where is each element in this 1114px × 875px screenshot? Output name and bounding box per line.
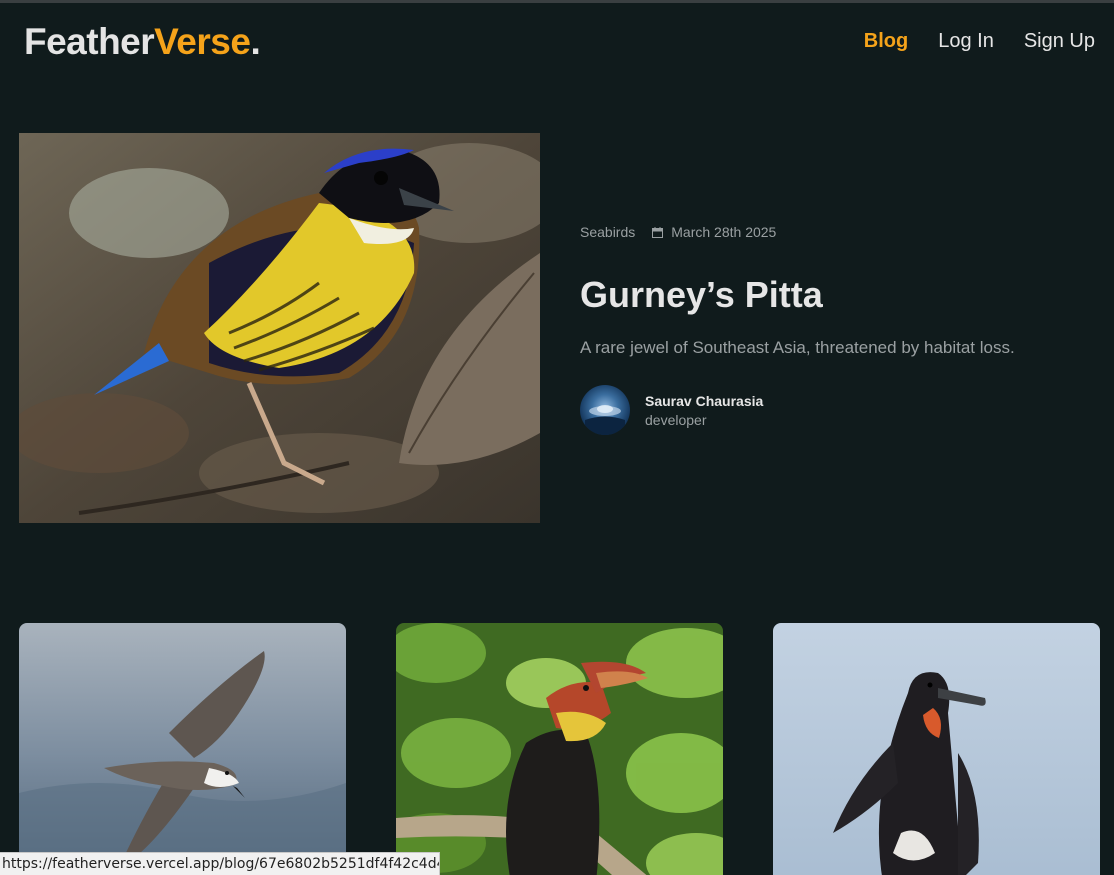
post-title[interactable]: Gurney’s Pitta bbox=[580, 274, 823, 316]
post-date: March 28th 2025 bbox=[671, 224, 777, 240]
post-category[interactable]: Seabirds bbox=[580, 224, 635, 240]
petrel-image bbox=[19, 623, 346, 875]
brand-dot: . bbox=[250, 21, 261, 62]
author-info: Saurav Chaurasia developer bbox=[645, 393, 763, 428]
brand-logo[interactable]: FeatherVerse. bbox=[24, 21, 261, 63]
post-description: A rare jewel of Southeast Asia, threaten… bbox=[580, 338, 1015, 357]
nav-blog[interactable]: Blog bbox=[864, 30, 908, 53]
hornbill-image bbox=[396, 623, 723, 875]
nav-login[interactable]: Log In bbox=[938, 30, 994, 53]
brand-part2: Verse bbox=[154, 21, 251, 62]
frigatebird-image bbox=[773, 623, 1100, 875]
pitta-illustration bbox=[19, 133, 540, 523]
featured-post-image[interactable] bbox=[19, 133, 540, 523]
post-card-hornbill[interactable] bbox=[396, 623, 723, 875]
calendar-icon bbox=[652, 226, 664, 238]
brand-part1: Feather bbox=[24, 21, 155, 62]
post-author: Saurav Chaurasia developer bbox=[580, 385, 763, 435]
site-header: FeatherVerse. Blog Log In Sign Up bbox=[0, 3, 1114, 83]
author-name: Saurav Chaurasia bbox=[645, 392, 764, 409]
browser-status-url: https://featherverse.vercel.app/blog/67e… bbox=[0, 852, 440, 875]
nav-signup[interactable]: Sign Up bbox=[1024, 30, 1095, 53]
author-role: developer bbox=[645, 411, 707, 428]
post-card-frigatebird[interactable] bbox=[773, 623, 1100, 875]
main-nav: Blog Log In Sign Up bbox=[864, 30, 1095, 53]
avatar bbox=[580, 385, 630, 435]
post-card-petrel[interactable] bbox=[19, 623, 346, 875]
post-meta: Seabirds March 28th 2025 bbox=[580, 224, 776, 240]
